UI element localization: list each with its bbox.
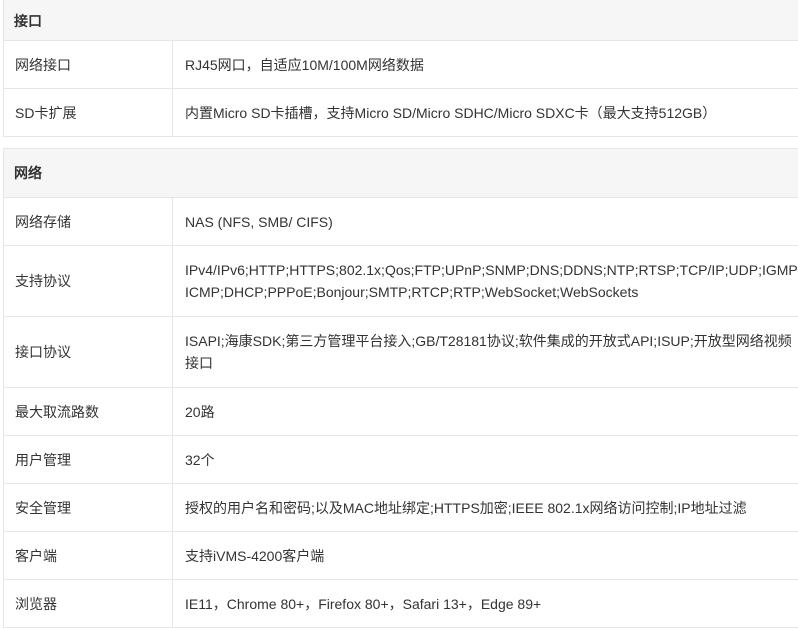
row-label: 客户端 [4,532,173,579]
row-label: 接口协议 [4,317,173,387]
row-value: 支持iVMS-4200客户端 [185,547,325,564]
row-label: 最大取流路数 [4,388,173,435]
row-value: IE11，Chrome 80+，Firefox 80+，Safari 13+，E… [185,595,542,612]
row-value: 授权的用户名和密码;以及MAC地址绑定;HTTPS加密;IEEE 802.1x网… [185,499,747,516]
row-label: 安全管理 [4,484,173,531]
row-label: SD卡扩展 [4,89,173,136]
row-value: 32个 [185,451,215,468]
row-label: 网络接口 [4,41,173,88]
section-title: 接口 [4,0,798,41]
row-value: NAS (NFS, SMB/ CIFS) [185,213,333,230]
table-row-security: 安全管理 授权的用户名和密码;以及MAC地址绑定;HTTPS加密;IEEE 80… [4,484,798,532]
table-row-network-interface: 网络接口 RJ45网口，自适应10M/100M网络数据 [4,41,798,89]
section-title: 网络 [4,149,798,198]
row-label: 用户管理 [4,436,173,483]
table-row-sd-card: SD卡扩展 内置Micro SD卡插槽，支持Micro SD/Micro SDH… [4,89,798,137]
section-network: 网络 网络存储 NAS (NFS, SMB/ CIFS) 支持协议 IPv4/I… [3,148,798,628]
table-row-user-management: 用户管理 32个 [4,436,798,484]
row-label: 支持协议 [4,246,173,316]
row-value: IPv4/IPv6;HTTP;HTTPS;802.1x;Qos;FTP;UPnP… [185,262,798,300]
table-row-browser: 浏览器 IE11，Chrome 80+，Firefox 80+，Safari 1… [4,580,798,628]
table-row-max-streams: 最大取流路数 20路 [4,388,798,436]
row-value: RJ45网口，自适应10M/100M网络数据 [185,56,424,73]
row-value: ISAPI;海康SDK;第三方管理平台接入;GB/T28181协议;软件集成的开… [185,333,792,371]
row-label: 网络存储 [4,198,173,245]
row-label: 浏览器 [4,580,173,627]
table-row-interface-protocols: 接口协议 ISAPI;海康SDK;第三方管理平台接入;GB/T28181协议;软… [4,317,798,388]
section-interface: 接口 网络接口 RJ45网口，自适应10M/100M网络数据 SD卡扩展 内置M… [3,0,798,137]
row-value: 内置Micro SD卡插槽，支持Micro SD/Micro SDHC/Micr… [185,104,717,121]
table-row-protocols: 支持协议 IPv4/IPv6;HTTP;HTTPS;802.1x;Qos;FTP… [4,246,798,317]
table-row-network-storage: 网络存储 NAS (NFS, SMB/ CIFS) [4,198,798,246]
table-row-client: 客户端 支持iVMS-4200客户端 [4,532,798,580]
row-value: 20路 [185,403,215,420]
